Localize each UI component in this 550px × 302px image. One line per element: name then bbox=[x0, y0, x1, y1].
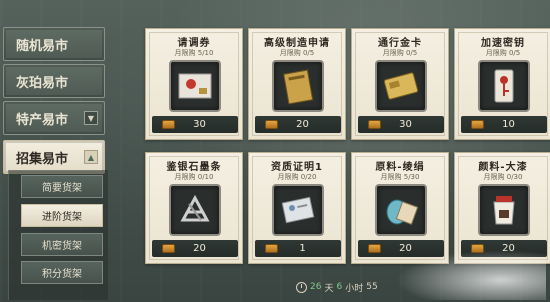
item-image bbox=[375, 60, 427, 112]
shop-item-card[interactable]: 通行金卡 月限购 0/5 30 bbox=[351, 28, 449, 140]
shop-item-card[interactable]: 加速密钥 月限购 0/5 10 bbox=[454, 28, 550, 140]
price-tag: 30 bbox=[358, 116, 444, 133]
chevron-down-icon[interactable]: ▼ bbox=[84, 111, 98, 125]
price-value: 1 bbox=[299, 243, 306, 254]
coin-icon bbox=[162, 244, 175, 253]
item-name: 原料-绫绢 bbox=[375, 162, 425, 173]
tab-specialty-market[interactable]: 特产易市 ▼ bbox=[3, 101, 105, 135]
item-name: 通行金卡 bbox=[378, 38, 422, 49]
purchase-limit: 月限购 5/30 bbox=[380, 173, 420, 181]
tab-recruit-market[interactable]: 招集易市 ▲ bbox=[3, 140, 105, 174]
tab-label: 特产易市 bbox=[16, 112, 69, 128]
purchase-limit: 月限购 0/20 bbox=[277, 173, 317, 181]
sub-tab-label: 积分货架 bbox=[42, 269, 82, 280]
item-name: 鉴银石墨条 bbox=[166, 162, 222, 173]
key-icon bbox=[494, 69, 514, 103]
shop-item-card[interactable]: 原料-绫绢 月限购 5/30 20 bbox=[351, 152, 449, 264]
price-value: 30 bbox=[193, 119, 206, 130]
certificate-icon bbox=[281, 196, 315, 224]
document-icon bbox=[283, 69, 314, 105]
item-image bbox=[478, 60, 530, 112]
purchase-limit: 月限购 0/5 bbox=[382, 49, 418, 57]
coin-icon bbox=[368, 244, 381, 253]
timer-days: 26 bbox=[310, 282, 322, 292]
price-tag: 30 bbox=[152, 116, 238, 133]
sub-tab-label: 简要货架 bbox=[42, 183, 82, 194]
item-image bbox=[478, 184, 530, 236]
watermark bbox=[396, 250, 546, 300]
coin-icon bbox=[368, 120, 381, 129]
purchase-limit: 月限购 0/5 bbox=[485, 49, 521, 57]
silk-icon bbox=[386, 199, 419, 225]
price-value: 30 bbox=[399, 119, 412, 130]
tab-label: 灰珀易市 bbox=[16, 75, 69, 91]
shop-item-card[interactable]: 请调券 月限购 5/10 30 bbox=[145, 28, 243, 140]
coin-icon bbox=[471, 120, 484, 129]
sub-tab-secret-shelf[interactable]: 机密货架 bbox=[21, 233, 103, 256]
price-tag: 10 bbox=[461, 116, 547, 133]
item-image bbox=[169, 184, 221, 236]
tab-label: 随机易市 bbox=[16, 38, 69, 54]
chevron-up-icon[interactable]: ▲ bbox=[84, 150, 98, 164]
coin-icon bbox=[162, 120, 175, 129]
purchase-limit: 月限购 0/30 bbox=[483, 173, 523, 181]
sub-tab-basic-shelf[interactable]: 简要货架 bbox=[21, 175, 103, 198]
lacquer-icon bbox=[493, 196, 515, 225]
price-value: 20 bbox=[296, 119, 309, 130]
price-tag: 20 bbox=[255, 116, 341, 133]
item-image bbox=[272, 60, 324, 112]
shop-item-card[interactable]: 鉴银石墨条 月限购 0/10 20 bbox=[145, 152, 243, 264]
item-image bbox=[169, 60, 221, 112]
item-name: 加速密钥 bbox=[481, 38, 525, 49]
sub-tab-label: 机密货架 bbox=[42, 241, 82, 252]
sub-tab-label: 进阶货架 bbox=[42, 212, 82, 223]
timer-day-unit: 天 bbox=[324, 283, 334, 294]
refresh-timer: 26 天 6 小时 55 bbox=[296, 279, 378, 295]
price-tag: 20 bbox=[152, 240, 238, 257]
item-image bbox=[375, 184, 427, 236]
gold-card-icon bbox=[383, 72, 419, 100]
sub-tab-panel: 简要货架 进阶货架 机密货架 积分货架 bbox=[8, 170, 108, 300]
shop-item-card[interactable]: 高级制造申请 月限购 0/5 20 bbox=[248, 28, 346, 140]
price-tag: 1 bbox=[255, 240, 341, 257]
item-name: 高级制造申请 bbox=[264, 38, 330, 49]
shop-item-card[interactable]: 资质证明1 月限购 0/20 1 bbox=[248, 152, 346, 264]
item-name: 请调券 bbox=[177, 38, 211, 49]
clock-icon bbox=[296, 281, 307, 293]
shop-item-card[interactable]: 颜料-大漆 月限购 0/30 20 bbox=[454, 152, 550, 264]
tab-label: 招集易市 bbox=[16, 151, 69, 167]
item-name: 资质证明1 bbox=[271, 162, 323, 173]
tab-random-market[interactable]: 随机易市 bbox=[3, 27, 105, 61]
purchase-limit: 月限购 5/10 bbox=[174, 49, 214, 57]
item-name: 颜料-大漆 bbox=[478, 162, 528, 173]
sub-tab-advanced-shelf[interactable]: 进阶货架 bbox=[21, 204, 103, 227]
coin-icon bbox=[265, 120, 278, 129]
graphite-icon bbox=[180, 194, 210, 222]
sidebar: 随机易市 灰珀易市 特产易市 ▼ 招集易市 ▲ 简要货架 进阶货架 机密货架 积… bbox=[0, 0, 115, 302]
price-value: 10 bbox=[502, 119, 515, 130]
sub-tab-points-shelf[interactable]: 积分货架 bbox=[21, 261, 103, 284]
timer-minutes: 55 bbox=[366, 282, 378, 292]
item-image bbox=[272, 184, 324, 236]
timer-hours: 6 bbox=[336, 282, 343, 292]
purchase-limit: 月限购 0/5 bbox=[279, 49, 315, 57]
price-value: 20 bbox=[193, 243, 206, 254]
coin-icon bbox=[265, 244, 278, 253]
timer-hour-unit: 小时 bbox=[345, 283, 364, 294]
tab-amber-market[interactable]: 灰珀易市 bbox=[3, 64, 105, 98]
purchase-limit: 月限购 0/10 bbox=[174, 173, 214, 181]
envelope-icon bbox=[178, 73, 212, 99]
